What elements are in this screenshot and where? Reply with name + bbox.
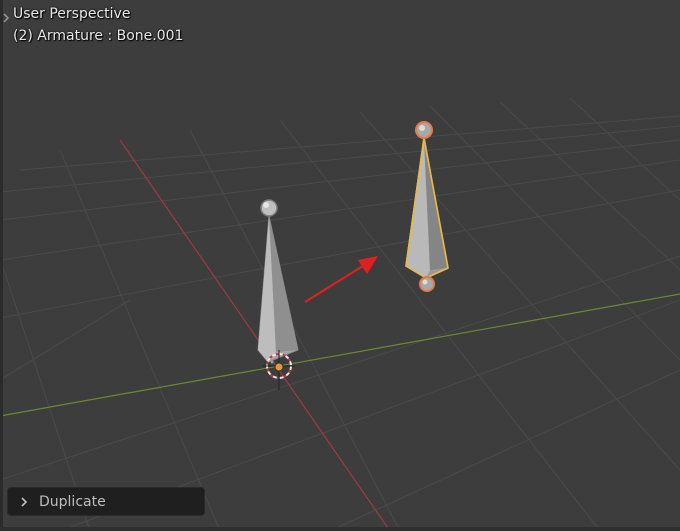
y-axis-line: [0, 293, 680, 417]
viewport-bottom-border: [0, 527, 680, 531]
x-axis-line: [119, 139, 391, 531]
bone-armature[interactable]: [257, 199, 299, 363]
operator-label: Duplicate: [39, 493, 106, 510]
chevron-right-icon[interactable]: [2, 12, 12, 26]
bone-duplicate-selected[interactable]: [405, 121, 449, 292]
active-object-info: (2) Armature : Bone.001: [13, 28, 184, 44]
annotation-arrow: [304, 256, 378, 303]
bone-tail-joint-selected[interactable]: [419, 276, 435, 292]
viewport-left-border: [0, 0, 3, 531]
chevron-right-icon[interactable]: [19, 495, 35, 509]
floor-grid: [0, 97, 680, 531]
3d-viewport[interactable]: User Perspective (2) Armature : Bone.001…: [0, 0, 680, 531]
bone-tail-joint[interactable]: [260, 199, 278, 217]
operator-redo-panel[interactable]: Duplicate: [7, 487, 205, 516]
view-title: User Perspective: [13, 6, 131, 22]
scene-canvas[interactable]: [0, 0, 680, 531]
